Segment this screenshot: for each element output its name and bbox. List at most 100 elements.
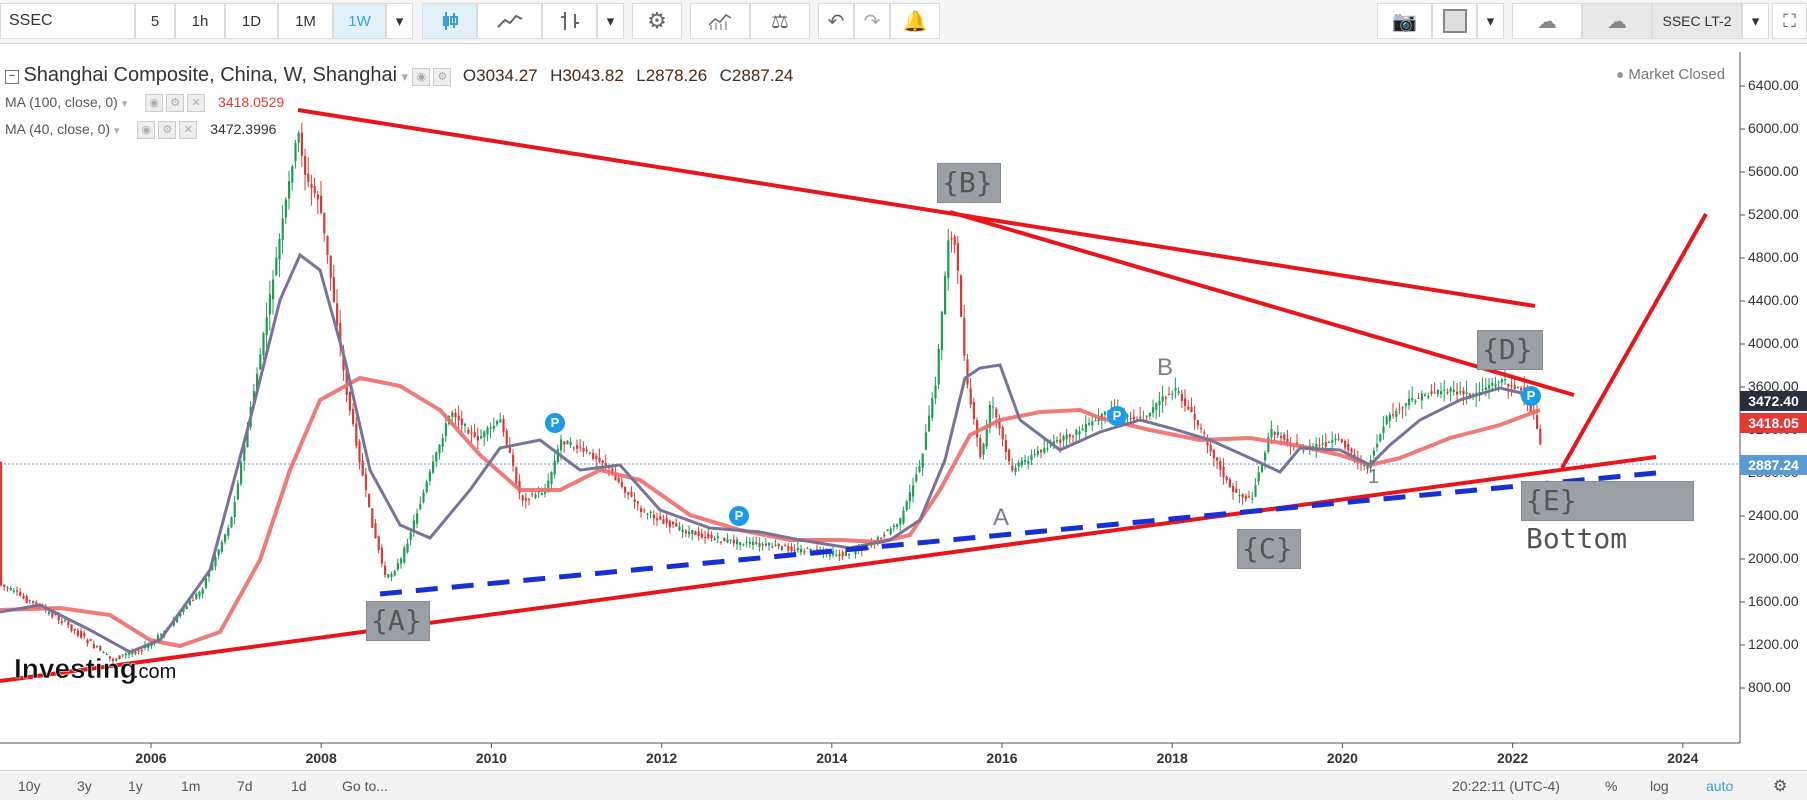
candle [528,497,531,506]
candle [240,460,243,487]
chevron-down-icon[interactable]: ▾ [401,69,408,84]
close-icon[interactable]: ✕ [179,121,198,140]
candle [918,460,921,473]
candle [595,453,598,469]
candle [777,543,780,550]
candle [672,520,675,528]
goto-button[interactable]: Go to... [342,778,388,794]
candle [60,618,63,626]
gear-icon[interactable]: ⚙ [166,94,185,113]
wave-a-box[interactable]: {A} [366,601,430,641]
range-3y[interactable]: 3y [77,778,92,794]
candle [1395,407,1398,423]
candle [86,638,89,647]
range-7d[interactable]: 7d [237,778,253,794]
ma100-value: 3418.0529 [218,94,285,110]
candle [483,429,486,447]
candle [1222,457,1225,485]
dividend-marker[interactable]: P [1521,386,1541,406]
candle [1200,423,1203,433]
candle [883,531,886,539]
candle [646,512,649,520]
label-a: A [993,504,1010,531]
candle [1164,395,1167,406]
wave-d-box[interactable]: {D} [1477,330,1543,370]
candle [515,466,518,485]
candle [806,546,809,549]
range-1d[interactable]: 1d [291,778,307,794]
dividend-marker[interactable]: P [545,413,565,433]
candle [467,426,470,435]
candle [278,233,281,278]
candle [364,467,367,498]
candle [896,523,899,530]
candle [620,477,623,489]
clock: 20:22:11 (UTC-4) [1452,778,1560,794]
range-10y[interactable]: 10y [18,778,41,794]
candle [80,627,83,639]
collapse-icon[interactable]: − [5,69,19,84]
eye-icon[interactable]: ◉ [145,94,164,113]
candle [921,453,924,476]
candle [1414,399,1417,405]
candle [521,494,524,507]
candle [486,425,489,442]
range-1m[interactable]: 1m [181,778,200,794]
range-1y[interactable]: 1y [128,778,143,794]
candle [1536,404,1539,430]
candle [1372,447,1375,459]
candle [1452,380,1455,396]
wave-b-box[interactable]: {B} [937,163,1001,203]
ohlc-close: 2887.24 [731,66,794,85]
ma100-legend: MA (100, close, 0) ▾ ◉ ⚙ ✕ 3418.0529 [5,94,285,113]
candle [1004,434,1007,460]
auto-toggle[interactable]: auto [1706,778,1733,794]
candle [1440,382,1443,399]
candle [499,412,502,423]
candle [220,540,223,554]
candle [1184,389,1187,412]
candle [96,644,99,649]
candle [704,531,707,544]
chevron-down-icon[interactable]: ▾ [122,98,128,110]
candle [425,479,428,494]
candle [700,528,703,540]
candle [489,422,492,439]
close-icon[interactable]: ✕ [187,94,206,113]
time-tick-label: 2008 [305,750,337,766]
gear-icon[interactable]: ⚙ [1773,776,1787,796]
wave-c-box[interactable]: {C} [1237,529,1301,569]
dividend-marker[interactable]: P [1107,406,1127,426]
candle [358,439,361,470]
wave-e-bottom-box[interactable]: {E} Bottom [1521,481,1694,555]
candle [953,234,956,254]
percent-toggle[interactable]: % [1605,778,1617,794]
candle [294,139,297,169]
log-toggle[interactable]: log [1650,778,1669,794]
eye-icon[interactable]: ◉ [137,121,156,140]
eye-icon[interactable]: ◉ [412,67,431,86]
gear-icon[interactable]: ⚙ [433,67,452,86]
price-tick-label: 5600.00 [1748,163,1799,179]
time-tick-label: 2016 [986,750,1018,766]
candle [1500,377,1503,387]
chevron-down-icon[interactable]: ▾ [114,125,120,137]
candle [307,157,310,188]
candle [374,519,377,539]
candle [652,510,655,526]
candle [656,512,659,526]
price-tick-label: 4400.00 [1748,292,1799,308]
candle [400,556,403,569]
dividend-marker[interactable]: P [729,506,749,526]
candle [1392,402,1395,419]
candle [332,264,335,304]
chart-legend: − Shanghai Composite, China, W, Shanghai… [5,64,793,87]
ma40-value: 3472.3996 [210,121,277,137]
gear-icon[interactable]: ⚙ [158,121,177,140]
price-tick-label: 1200.00 [1748,636,1799,652]
ohlc-open-label: O [462,66,477,85]
price-tick-label: 4000.00 [1748,335,1799,351]
candle [380,543,383,568]
candle [1091,416,1094,432]
candle [726,533,729,544]
